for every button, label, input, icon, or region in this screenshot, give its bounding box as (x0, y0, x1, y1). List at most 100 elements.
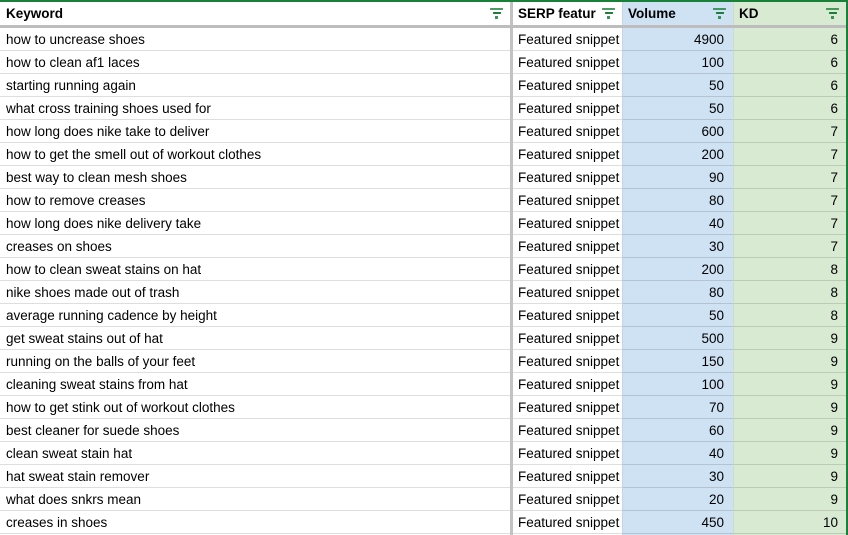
cell-keyword[interactable]: starting running again (0, 74, 510, 97)
cell-keyword[interactable]: get sweat stains out of hat (0, 327, 510, 350)
cell-keyword[interactable]: how to uncrease shoes (0, 28, 510, 51)
table-row: best cleaner for suede shoes Featured sn… (0, 419, 846, 442)
cell-kd[interactable]: 10 (733, 511, 846, 534)
cell-keyword[interactable]: how to get the smell out of workout clot… (0, 143, 510, 166)
cell-serp-feature[interactable]: Featured snippet (513, 419, 622, 442)
cell-serp-feature[interactable]: Featured snippet (513, 373, 622, 396)
cell-volume[interactable]: 50 (622, 304, 733, 327)
spreadsheet: Keyword SERP featur Volume KD how to unc… (0, 0, 848, 535)
cell-keyword[interactable]: nike shoes made out of trash (0, 281, 510, 304)
cell-volume[interactable]: 600 (622, 120, 733, 143)
cell-volume[interactable]: 30 (622, 465, 733, 488)
cell-kd[interactable]: 6 (733, 51, 846, 74)
cell-keyword[interactable]: best way to clean mesh shoes (0, 166, 510, 189)
cell-keyword[interactable]: average running cadence by height (0, 304, 510, 327)
column-header-keyword-label: Keyword (6, 6, 64, 21)
cell-kd[interactable]: 9 (733, 465, 846, 488)
cell-volume[interactable]: 50 (622, 97, 733, 120)
cell-serp-feature[interactable]: Featured snippet (513, 465, 622, 488)
cell-kd[interactable]: 7 (733, 212, 846, 235)
cell-kd[interactable]: 9 (733, 373, 846, 396)
cell-kd[interactable]: 8 (733, 281, 846, 304)
cell-serp-feature[interactable]: Featured snippet (513, 97, 622, 120)
cell-keyword[interactable]: running on the balls of your feet (0, 350, 510, 373)
cell-volume[interactable]: 60 (622, 419, 733, 442)
cell-kd[interactable]: 6 (733, 97, 846, 120)
cell-serp-feature[interactable]: Featured snippet (513, 120, 622, 143)
cell-kd[interactable]: 9 (733, 350, 846, 373)
cell-serp-feature[interactable]: Featured snippet (513, 396, 622, 419)
cell-keyword[interactable]: how to clean sweat stains on hat (0, 258, 510, 281)
cell-kd[interactable]: 7 (733, 235, 846, 258)
cell-volume[interactable]: 70 (622, 396, 733, 419)
filter-icon[interactable] (825, 8, 840, 19)
column-header-keyword[interactable]: Keyword (0, 2, 510, 25)
cell-serp-feature[interactable]: Featured snippet (513, 304, 622, 327)
cell-keyword[interactable]: creases on shoes (0, 235, 510, 258)
cell-kd[interactable]: 9 (733, 396, 846, 419)
cell-kd[interactable]: 9 (733, 327, 846, 350)
cell-volume[interactable]: 4900 (622, 28, 733, 51)
cell-keyword[interactable]: cleaning sweat stains from hat (0, 373, 510, 396)
cell-volume[interactable]: 50 (622, 74, 733, 97)
cell-volume[interactable]: 500 (622, 327, 733, 350)
cell-serp-feature[interactable]: Featured snippet (513, 166, 622, 189)
cell-keyword[interactable]: best cleaner for suede shoes (0, 419, 510, 442)
cell-serp-feature[interactable]: Featured snippet (513, 350, 622, 373)
cell-kd[interactable]: 7 (733, 166, 846, 189)
cell-volume[interactable]: 40 (622, 442, 733, 465)
column-header-volume[interactable]: Volume (622, 2, 733, 25)
cell-kd[interactable]: 9 (733, 488, 846, 511)
cell-volume[interactable]: 150 (622, 350, 733, 373)
cell-kd[interactable]: 7 (733, 189, 846, 212)
table-row: how long does nike take to deliver Featu… (0, 120, 846, 143)
cell-volume[interactable]: 20 (622, 488, 733, 511)
cell-serp-feature[interactable]: Featured snippet (513, 51, 622, 74)
cell-serp-feature[interactable]: Featured snippet (513, 442, 622, 465)
cell-serp-feature[interactable]: Featured snippet (513, 258, 622, 281)
cell-kd[interactable]: 8 (733, 258, 846, 281)
cell-volume[interactable]: 80 (622, 281, 733, 304)
filter-icon[interactable] (601, 8, 616, 19)
cell-keyword[interactable]: how to remove creases (0, 189, 510, 212)
cell-serp-feature[interactable]: Featured snippet (513, 235, 622, 258)
cell-serp-feature[interactable]: Featured snippet (513, 189, 622, 212)
column-header-serp-features[interactable]: SERP featur (513, 2, 622, 25)
cell-volume[interactable]: 90 (622, 166, 733, 189)
cell-volume[interactable]: 40 (622, 212, 733, 235)
cell-keyword[interactable]: what cross training shoes used for (0, 97, 510, 120)
cell-volume[interactable]: 200 (622, 258, 733, 281)
cell-keyword[interactable]: how long does nike take to deliver (0, 120, 510, 143)
cell-volume[interactable]: 80 (622, 189, 733, 212)
cell-serp-feature[interactable]: Featured snippet (513, 488, 622, 511)
cell-serp-feature[interactable]: Featured snippet (513, 327, 622, 350)
cell-serp-feature[interactable]: Featured snippet (513, 74, 622, 97)
cell-kd[interactable]: 6 (733, 74, 846, 97)
cell-serp-feature[interactable]: Featured snippet (513, 281, 622, 304)
column-header-kd[interactable]: KD (733, 2, 846, 25)
cell-kd[interactable]: 7 (733, 120, 846, 143)
cell-serp-feature[interactable]: Featured snippet (513, 212, 622, 235)
cell-kd[interactable]: 8 (733, 304, 846, 327)
cell-volume[interactable]: 450 (622, 511, 733, 534)
cell-volume[interactable]: 100 (622, 373, 733, 396)
cell-kd[interactable]: 7 (733, 143, 846, 166)
cell-keyword[interactable]: clean sweat stain hat (0, 442, 510, 465)
cell-keyword[interactable]: how to get stink out of workout clothes (0, 396, 510, 419)
cell-kd[interactable]: 6 (733, 28, 846, 51)
cell-volume[interactable]: 100 (622, 51, 733, 74)
filter-icon[interactable] (712, 8, 727, 19)
cell-serp-feature[interactable]: Featured snippet (513, 143, 622, 166)
cell-volume[interactable]: 200 (622, 143, 733, 166)
cell-serp-feature[interactable]: Featured snippet (513, 28, 622, 51)
cell-kd[interactable]: 9 (733, 419, 846, 442)
cell-keyword[interactable]: what does snkrs mean (0, 488, 510, 511)
cell-volume[interactable]: 30 (622, 235, 733, 258)
cell-serp-feature[interactable]: Featured snippet (513, 511, 622, 534)
cell-keyword[interactable]: how to clean af1 laces (0, 51, 510, 74)
cell-kd[interactable]: 9 (733, 442, 846, 465)
filter-icon[interactable] (489, 8, 504, 19)
cell-keyword[interactable]: creases in shoes (0, 511, 510, 534)
cell-keyword[interactable]: hat sweat stain remover (0, 465, 510, 488)
cell-keyword[interactable]: how long does nike delivery take (0, 212, 510, 235)
